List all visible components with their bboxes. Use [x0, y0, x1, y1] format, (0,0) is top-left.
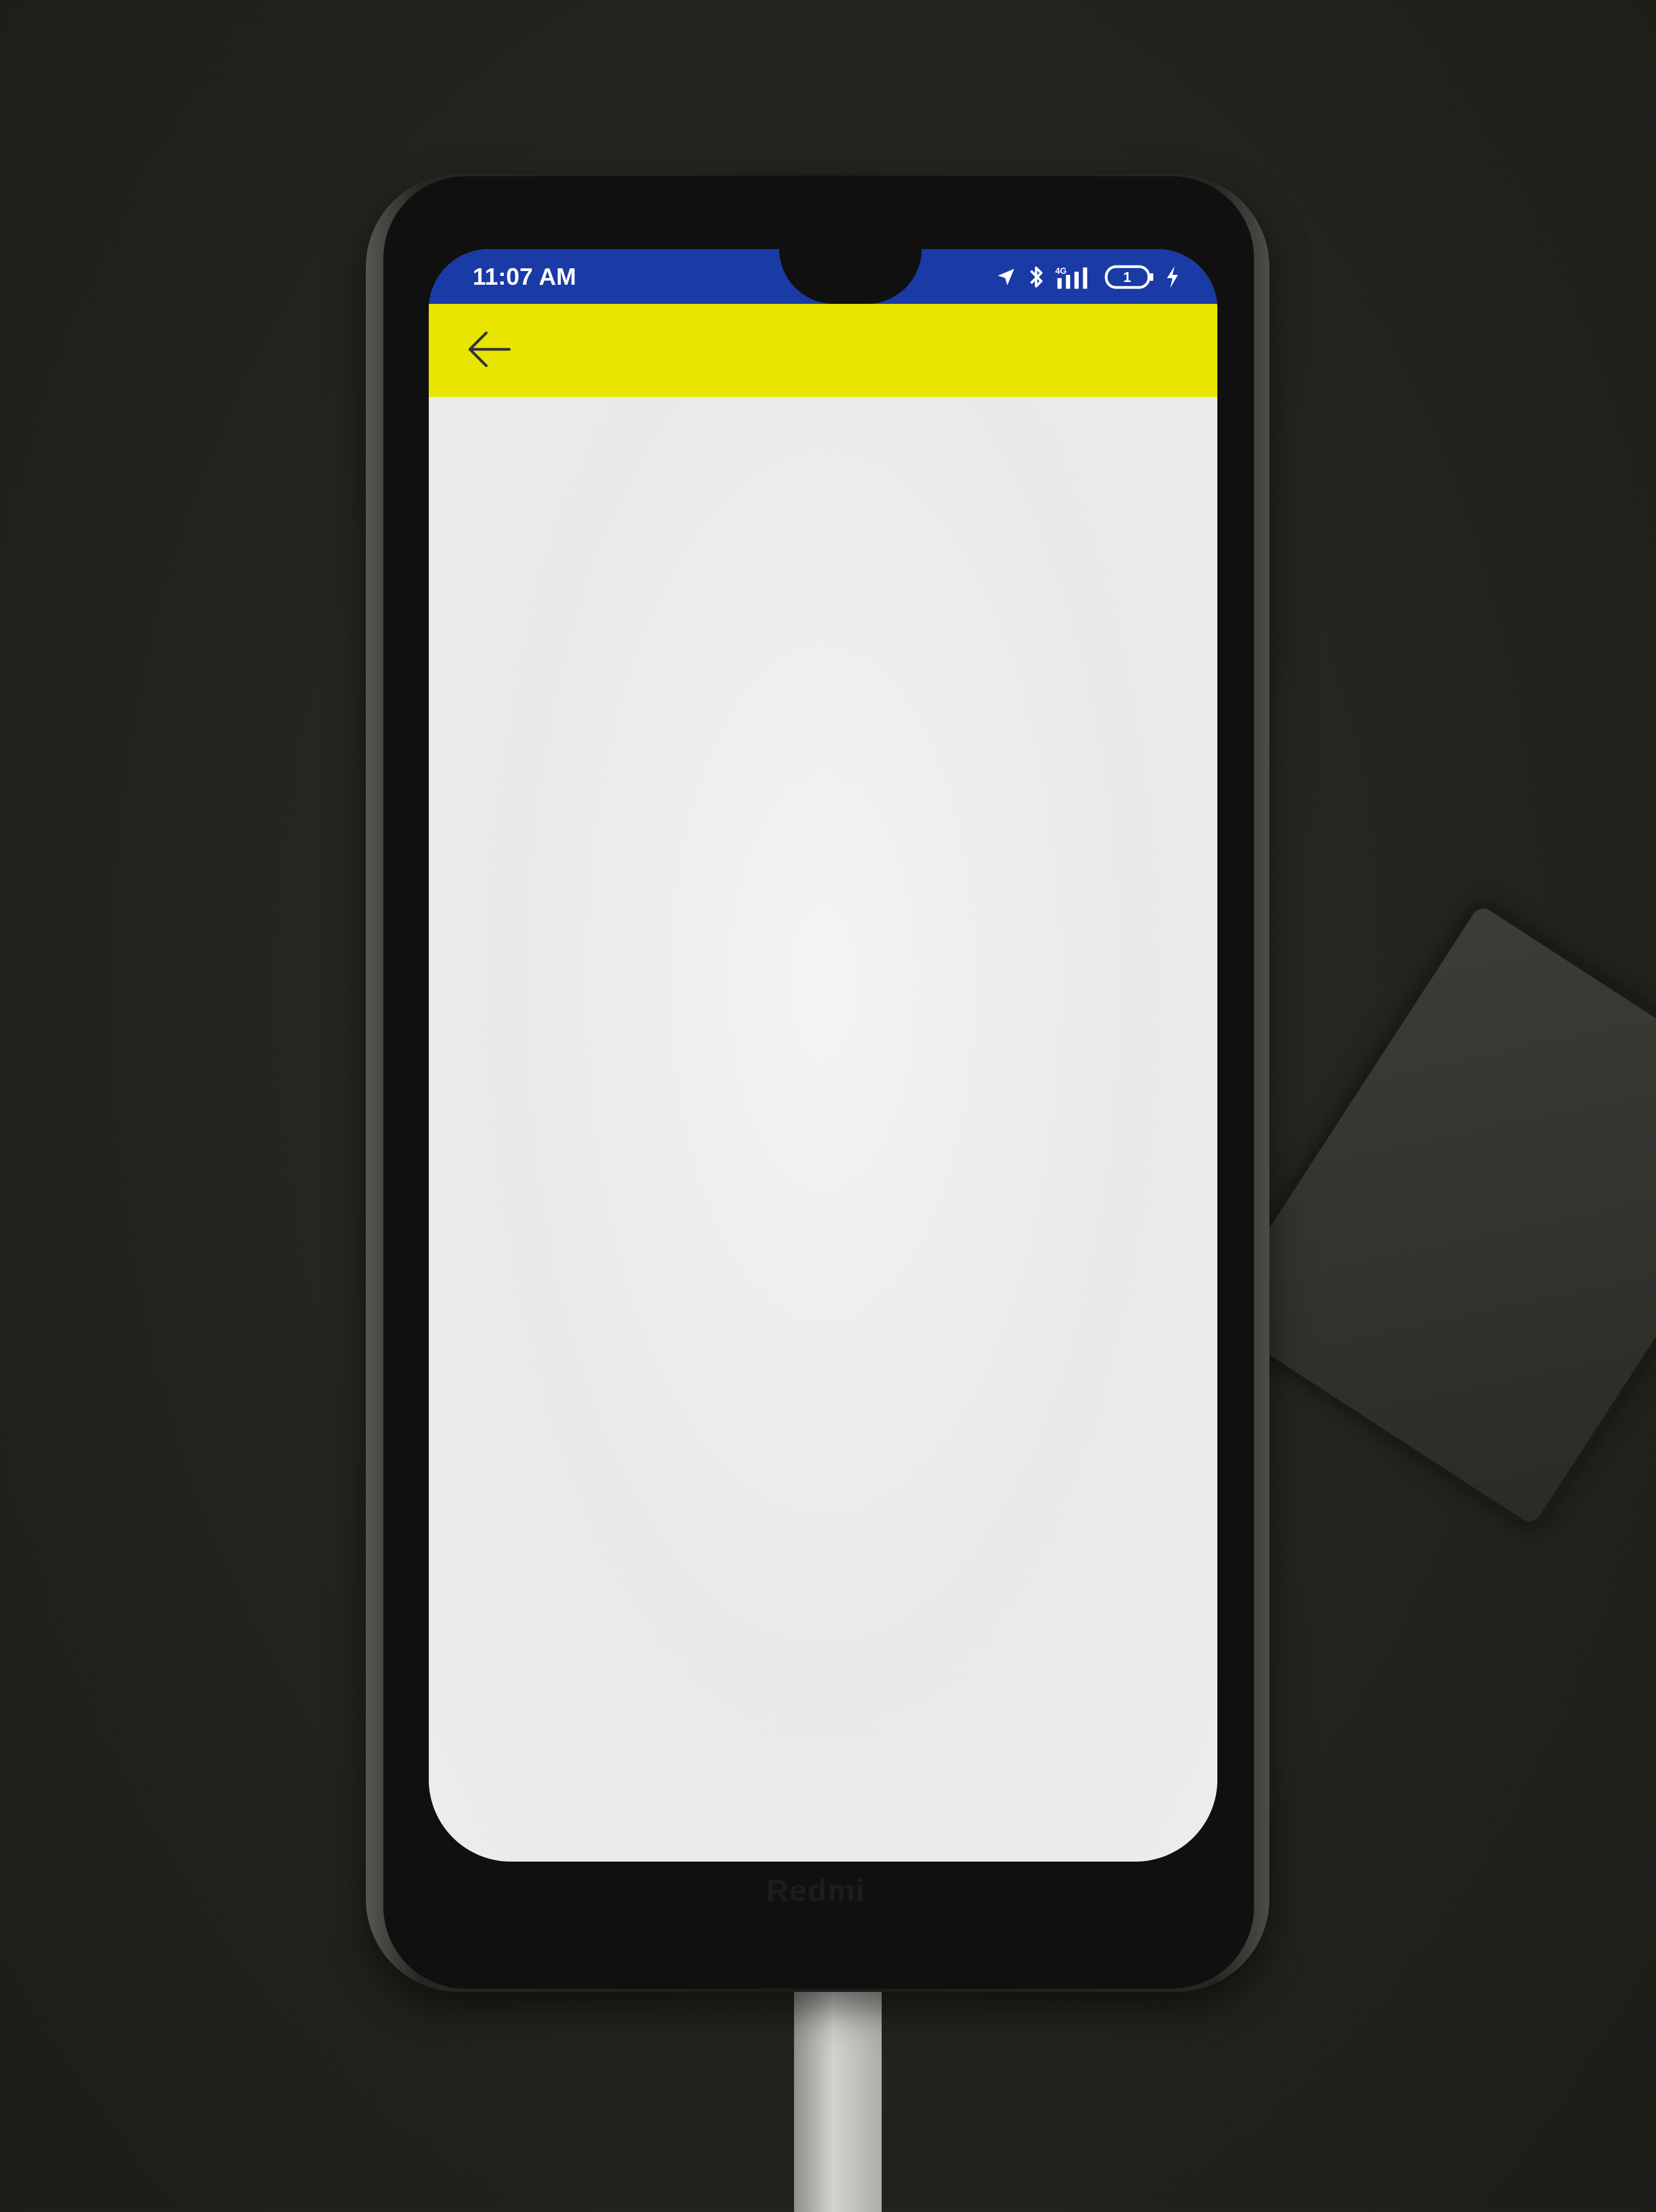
charging-icon — [1166, 266, 1179, 288]
status-bar: 11:07 AM 4G 1 — [429, 249, 1217, 304]
device-brand: Redmi — [766, 1873, 866, 1908]
phone-screen: 11:07 AM 4G 1 — [429, 249, 1217, 1862]
status-time: 11:07 AM — [473, 263, 577, 290]
battery-icon: 1 — [1105, 264, 1155, 290]
photo-scene: Redmi 11:07 AM 4G 1 — [0, 0, 1656, 2212]
location-icon — [995, 266, 1017, 288]
back-button[interactable] — [462, 326, 516, 375]
arrow-left-icon — [465, 330, 513, 371]
app-bar — [429, 304, 1217, 397]
battery-level: 1 — [1123, 269, 1131, 285]
svg-text:4G: 4G — [1055, 267, 1067, 276]
status-icons: 4G 1 — [995, 263, 1179, 291]
bluetooth-icon — [1028, 264, 1044, 290]
charging-cable — [794, 1971, 882, 2212]
signal-icon: 4G — [1055, 265, 1094, 289]
camera-notch — [779, 249, 922, 304]
background-card — [1205, 898, 1656, 1533]
content-area — [429, 397, 1217, 1862]
